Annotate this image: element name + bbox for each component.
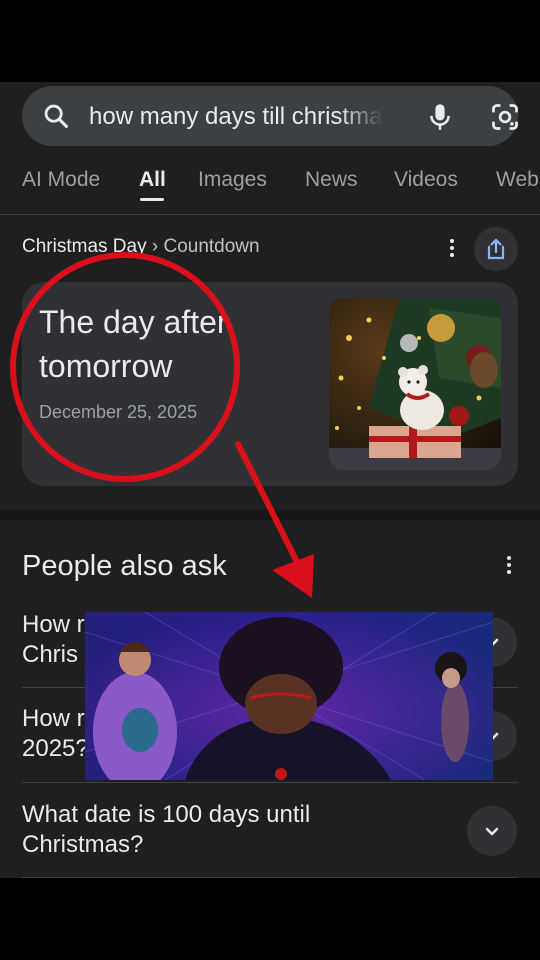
search-icon[interactable] — [42, 102, 70, 130]
search-tabs: AI Mode All Images News Videos Web — [0, 154, 540, 215]
more-vert-icon[interactable] — [506, 556, 512, 577]
tab-news[interactable]: News — [305, 168, 358, 192]
tab-images[interactable]: Images — [198, 168, 267, 192]
question-2[interactable]: How r 2025? — [22, 704, 89, 764]
breadcrumb-separator: › — [151, 236, 159, 257]
question-divider — [22, 782, 518, 783]
search-input[interactable]: how many days till christmas — [89, 103, 383, 131]
mic-icon[interactable] — [426, 102, 454, 132]
expand-button-3[interactable] — [467, 806, 517, 856]
share-icon — [487, 238, 505, 260]
question-3-line1: What date is 100 days until — [22, 801, 311, 828]
people-also-ask-title: People also ask — [22, 550, 227, 582]
question-2-line2: 2025? — [22, 735, 89, 762]
chevron-down-icon — [485, 827, 499, 836]
tab-ai-mode[interactable]: AI Mode — [22, 168, 100, 192]
tab-videos[interactable]: Videos — [394, 168, 458, 192]
section-divider — [0, 510, 540, 520]
question-1-line1: How r — [22, 611, 85, 638]
question-1-line2: Chris — [22, 641, 79, 668]
share-button[interactable] — [474, 227, 518, 271]
more-vert-icon[interactable] — [449, 239, 455, 260]
question-3-line2: Christmas? — [22, 831, 144, 858]
christmas-image[interactable] — [329, 298, 501, 470]
question-divider — [22, 877, 518, 878]
tab-web[interactable]: Web — [496, 168, 539, 192]
question-3[interactable]: What date is 100 days until Christmas? — [22, 800, 310, 860]
lens-icon[interactable] — [490, 102, 520, 132]
search-bar[interactable]: how many days till christmas — [22, 86, 518, 146]
active-tab-indicator — [140, 198, 164, 201]
highlight-circle — [10, 252, 240, 482]
breadcrumb-sub: Countdown — [163, 236, 260, 257]
tab-all[interactable]: All — [139, 168, 166, 192]
video-overlay[interactable] — [85, 612, 493, 780]
question-1[interactable]: How r Chris — [22, 610, 85, 670]
question-2-line1: How r — [22, 705, 85, 732]
